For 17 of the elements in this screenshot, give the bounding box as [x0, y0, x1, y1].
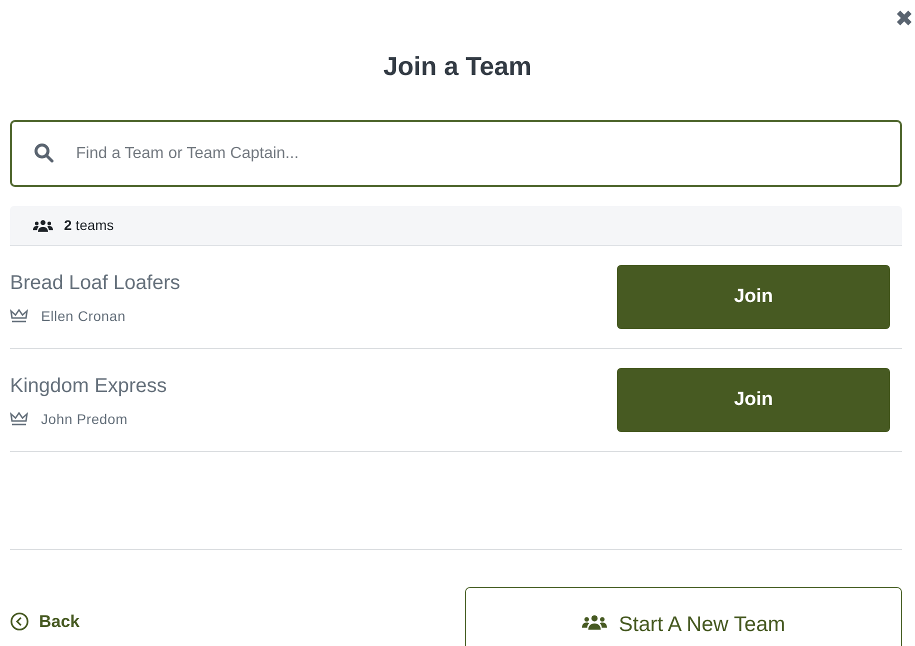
join-button[interactable]: Join	[617, 265, 890, 329]
back-link[interactable]: Back	[10, 609, 80, 634]
dialog-title: Join a Team	[383, 50, 532, 82]
crown-icon	[10, 412, 28, 426]
team-name: Kingdom Express	[10, 374, 167, 398]
search-field[interactable]: Find a Team or Team Captain...	[10, 120, 902, 187]
captain-name: John Predom	[41, 410, 128, 428]
people-icon	[33, 218, 53, 232]
close-button[interactable]: ✖	[895, 8, 913, 30]
captain-name: Ellen Cronan	[41, 306, 126, 326]
search-icon	[34, 143, 54, 163]
team-count: 2 teams	[64, 216, 114, 235]
team-name: Bread Loaf Loafers	[10, 270, 180, 296]
people-icon	[582, 614, 607, 631]
crown-icon	[10, 309, 28, 323]
start-team-button[interactable]: Start A New Team	[465, 587, 902, 646]
join-button[interactable]: Join	[617, 368, 890, 432]
